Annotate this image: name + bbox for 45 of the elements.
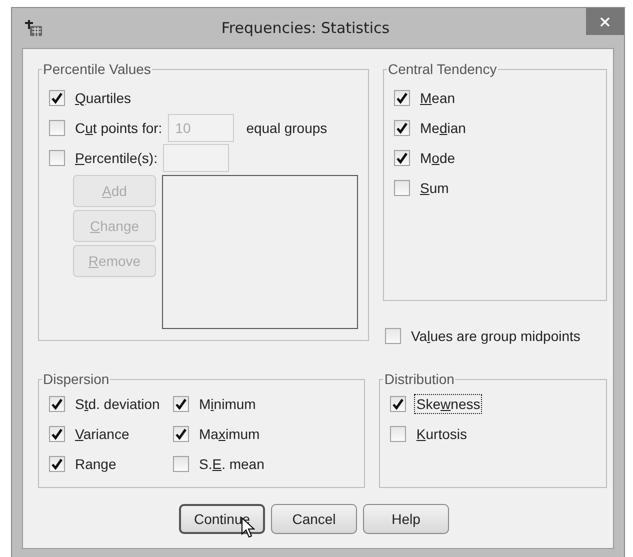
checkbox[interactable] [49, 396, 65, 412]
checkbox[interactable] [394, 90, 410, 106]
checkbox-label: Range [74, 455, 118, 474]
checkbox[interactable] [49, 426, 65, 442]
dialog-button[interactable]: Cancel [271, 504, 357, 534]
checkbox-label: Percentile(s): [74, 149, 158, 168]
checkbox[interactable] [173, 396, 189, 412]
checkbox[interactable] [394, 150, 410, 166]
input-field[interactable] [163, 144, 230, 172]
checkbox-label: Quartiles [74, 89, 132, 108]
checkbox-label: Sum [419, 179, 450, 198]
checkbox-label: Values are group midpoints [410, 327, 582, 346]
checkbox[interactable] [394, 120, 410, 136]
checkbox-label: Minimum [198, 395, 257, 414]
checkbox-label: Skewness [414, 394, 482, 414]
checkbox-label: Mean [419, 89, 456, 108]
table-icon [25, 19, 43, 37]
checkbox[interactable] [390, 396, 406, 412]
checkbox-label: Maximum [198, 425, 261, 444]
field-suffix: equal groups [246, 120, 328, 136]
dialog-button[interactable]: Help [363, 504, 449, 534]
checkbox-label: Cut points for: [74, 119, 164, 138]
checkbox-label: Kurtosis [415, 425, 468, 444]
checkbox[interactable] [49, 150, 65, 166]
close-button[interactable] [586, 8, 624, 35]
checkbox-label: Mode [419, 149, 456, 168]
checkbox-label: S.E. mean [198, 455, 266, 474]
checkbox[interactable] [49, 456, 65, 472]
checkbox[interactable] [390, 426, 406, 442]
checkbox[interactable] [385, 328, 401, 344]
checkbox-label: Median [419, 119, 467, 138]
checkbox-label: Variance [74, 425, 130, 444]
checkbox[interactable] [49, 120, 65, 136]
list-box[interactable] [162, 175, 358, 329]
close-icon [600, 16, 610, 26]
window-title: Frequencies: Statistics [220, 19, 391, 37]
group-title: Dispersion [42, 371, 110, 387]
checkbox-label: Std. deviation [74, 395, 161, 414]
checkbox[interactable] [173, 456, 189, 472]
checkbox[interactable] [49, 90, 65, 106]
group-title: Distribution [383, 371, 456, 387]
checkbox[interactable] [173, 426, 189, 442]
group-title: Percentile Values [42, 61, 152, 77]
checkbox[interactable] [394, 180, 410, 196]
group-title: Central Tendency [387, 61, 498, 77]
